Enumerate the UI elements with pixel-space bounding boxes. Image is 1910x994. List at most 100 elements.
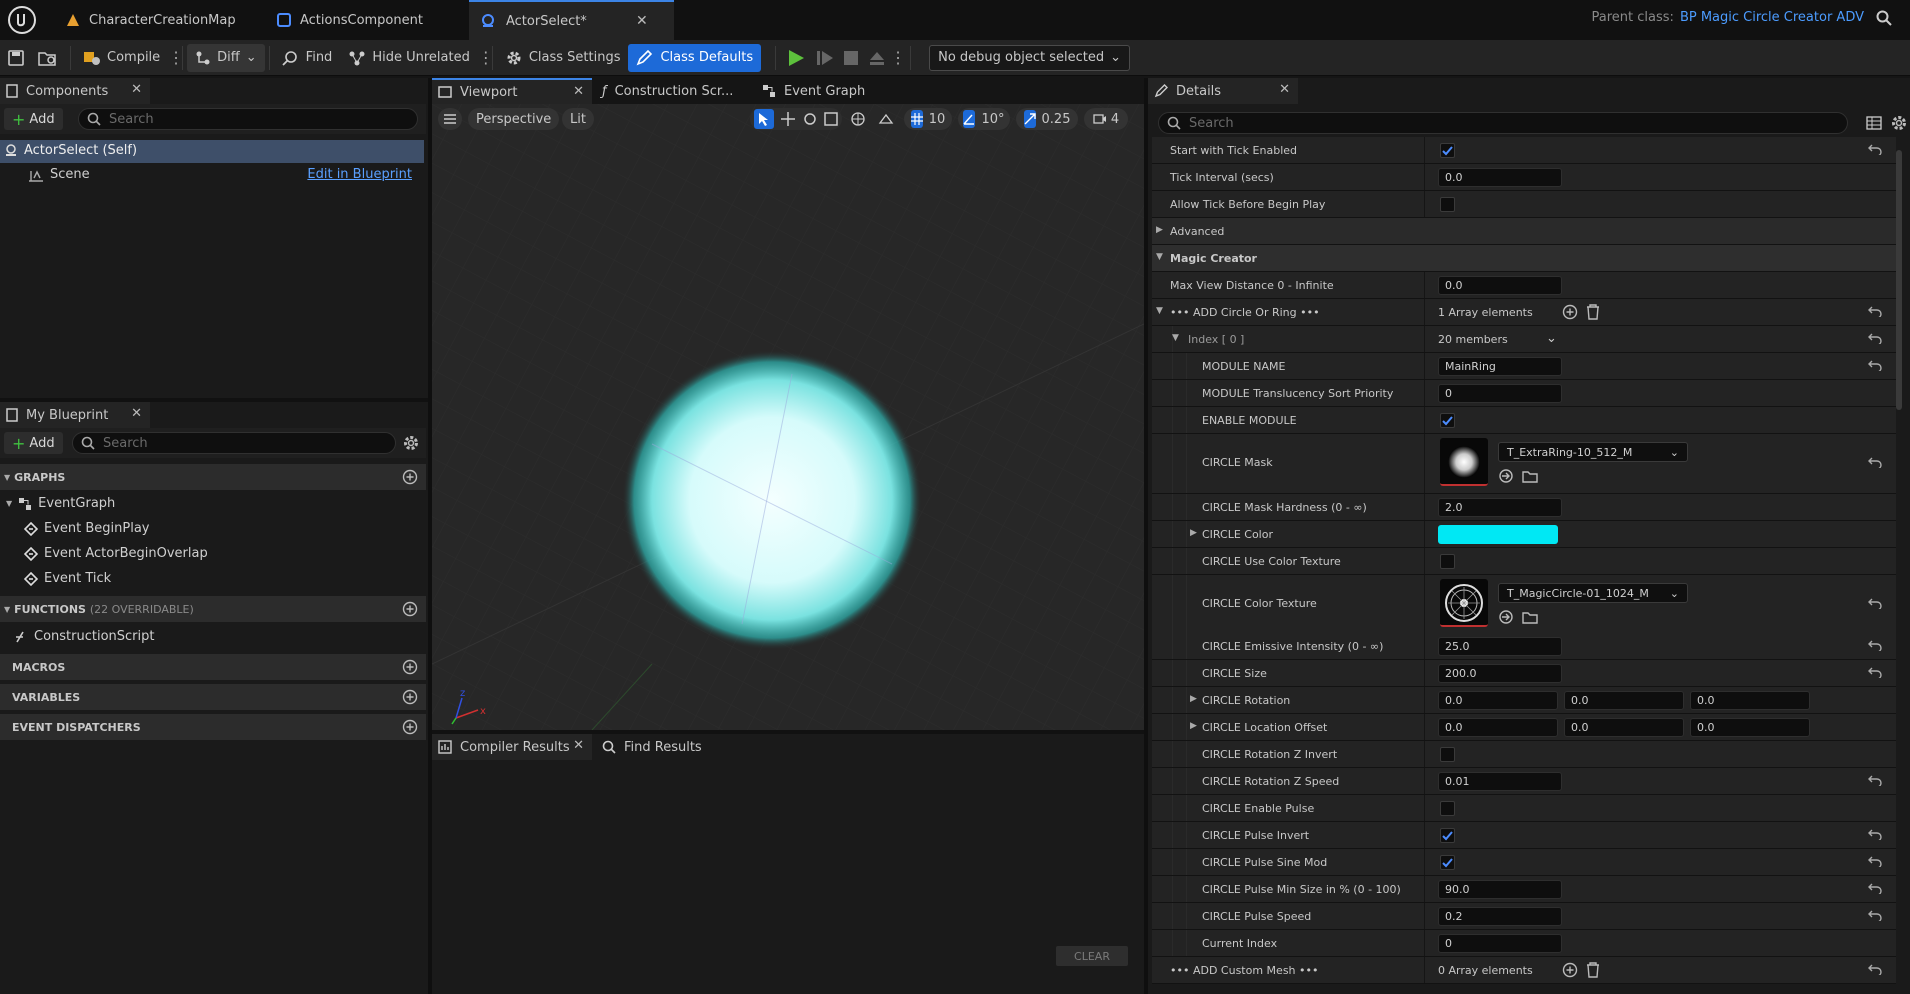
browse-asset-icon[interactable] <box>1522 468 1538 484</box>
mask-hardness-field[interactable]: 2.0 <box>1438 498 1562 517</box>
rotation-z-invert-checkbox[interactable] <box>1440 747 1455 762</box>
details-search-input[interactable]: Search <box>1158 112 1848 134</box>
eject-button[interactable] <box>864 44 890 72</box>
close-tab-icon[interactable]: ✕ <box>1279 82 1290 97</box>
delete-all-icon[interactable] <box>1586 962 1600 978</box>
event-item-actor-begin-overlap[interactable]: Event ActorBeginOverlap <box>24 546 208 561</box>
enable-module-checkbox[interactable] <box>1440 413 1455 428</box>
construction-script-item[interactable]: ConstructionScript <box>14 629 154 644</box>
reset-to-default-icon[interactable] <box>1868 639 1882 651</box>
circle-color-swatch[interactable] <box>1438 525 1558 544</box>
variables-category[interactable]: VARIABLES <box>0 684 426 710</box>
graphs-category[interactable]: ▼ GRAPHS <box>0 464 426 490</box>
surface-snap-toggle[interactable] <box>874 108 898 130</box>
use-selected-asset-icon[interactable] <box>1498 468 1514 484</box>
circle-mask-thumbnail[interactable] <box>1440 438 1488 486</box>
play-options-icon[interactable]: ⋮ <box>890 48 906 67</box>
step-button[interactable] <box>812 44 838 72</box>
component-root-row[interactable]: ActorSelect (Self) <box>0 140 424 163</box>
max-view-distance-field[interactable]: 0.0 <box>1438 276 1562 295</box>
pulse-speed-field[interactable]: 0.2 <box>1438 907 1562 926</box>
reset-to-default-icon[interactable] <box>1868 963 1882 975</box>
current-index-field[interactable]: 0 <box>1438 934 1562 953</box>
camera-speed-button[interactable]: 4 <box>1084 108 1128 130</box>
functions-category[interactable]: ▼ FUNCTIONS (22 OVERRIDABLE) <box>0 596 426 622</box>
allow-tick-checkbox[interactable] <box>1440 197 1455 212</box>
reset-to-default-icon[interactable] <box>1868 909 1882 921</box>
scale-tool-icon[interactable] <box>824 112 838 126</box>
scale-snap-button[interactable]: 0.25 <box>1016 108 1078 130</box>
delete-all-icon[interactable] <box>1586 304 1600 320</box>
reset-to-default-icon[interactable] <box>1868 882 1882 894</box>
rotate-tool-icon[interactable] <box>803 112 817 126</box>
pulse-invert-checkbox[interactable] <box>1440 828 1455 843</box>
settings-gear-icon[interactable] <box>402 434 420 452</box>
class-settings-button[interactable]: Class Settings <box>497 44 629 72</box>
color-texture-asset-picker[interactable]: T_MagicCircle-01_1024_M ⌄ <box>1498 583 1688 603</box>
perspective-button[interactable]: Perspective <box>468 108 560 130</box>
tab-event-graph[interactable]: Event Graph <box>756 78 906 104</box>
use-color-texture-checkbox[interactable] <box>1440 554 1455 569</box>
edit-in-blueprint-link[interactable]: Edit in Blueprint <box>307 167 412 182</box>
reset-to-default-icon[interactable] <box>1868 597 1882 609</box>
close-tab-icon[interactable]: ✕ <box>131 406 142 421</box>
lit-button[interactable]: Lit <box>562 108 594 130</box>
reset-to-default-icon[interactable] <box>1868 305 1882 317</box>
circle-size-field[interactable]: 200.0 <box>1438 664 1562 683</box>
move-tool-icon[interactable] <box>781 112 796 126</box>
add-dispatcher-icon[interactable] <box>402 719 418 735</box>
rotation-x-field[interactable]: 0.0 <box>1438 691 1558 710</box>
debug-object-dropdown[interactable]: No debug object selected ⌄ <box>929 44 1131 71</box>
chevron-down-icon[interactable]: ⌄ <box>1546 331 1557 346</box>
rotation-z-speed-field[interactable]: 0.01 <box>1438 772 1562 791</box>
add-element-icon[interactable] <box>1562 304 1578 320</box>
add-element-icon[interactable] <box>1562 962 1578 978</box>
advanced-category[interactable]: ▶ Advanced <box>1152 218 1896 245</box>
color-texture-thumbnail[interactable] <box>1440 579 1488 627</box>
tab-components[interactable]: Components ✕ <box>0 78 150 104</box>
reset-to-default-icon[interactable] <box>1868 855 1882 867</box>
module-sort-priority-field[interactable]: 0 <box>1438 384 1562 403</box>
components-search-input[interactable]: Search <box>78 108 418 130</box>
table-view-icon[interactable] <box>1866 116 1882 130</box>
browse-asset-icon[interactable] <box>1522 609 1538 625</box>
add-variable-icon[interactable] <box>402 689 418 705</box>
tab-find-results[interactable]: Find Results <box>596 734 736 760</box>
rotation-z-field[interactable]: 0.0 <box>1690 691 1810 710</box>
add-graph-icon[interactable] <box>402 469 418 485</box>
find-button[interactable]: Find <box>274 44 341 72</box>
details-scrollbar[interactable] <box>1896 150 1902 410</box>
compile-button[interactable]: Compile <box>75 44 168 72</box>
hide-unrelated-options-icon[interactable]: ⋮ <box>478 48 494 67</box>
location-x-field[interactable]: 0.0 <box>1438 718 1558 737</box>
viewport-menu-button[interactable] <box>438 108 462 130</box>
rotation-snap-button[interactable]: 10° <box>958 108 1010 130</box>
rotation-y-field[interactable]: 0.0 <box>1564 691 1684 710</box>
pulse-min-size-field[interactable]: 90.0 <box>1438 880 1562 899</box>
browse-button[interactable] <box>30 44 66 72</box>
magic-creator-category[interactable]: ▼ Magic Creator <box>1152 245 1896 272</box>
use-selected-asset-icon[interactable] <box>1498 609 1514 625</box>
module-name-field[interactable]: MainRing <box>1438 357 1562 376</box>
compile-options-icon[interactable]: ⋮ <box>168 48 184 67</box>
pulse-sine-mod-checkbox[interactable] <box>1440 855 1455 870</box>
location-z-field[interactable]: 0.0 <box>1690 718 1810 737</box>
add-macro-icon[interactable] <box>402 659 418 675</box>
close-tab-icon[interactable]: ✕ <box>131 82 142 97</box>
settings-gear-icon[interactable] <box>1890 114 1908 132</box>
reset-to-default-icon[interactable] <box>1868 456 1882 468</box>
add-member-button[interactable]: + Add <box>4 432 63 454</box>
grid-snap-button[interactable]: 10 <box>904 108 952 130</box>
emissive-intensity-field[interactable]: 25.0 <box>1438 637 1562 656</box>
my-blueprint-search-input[interactable]: Search <box>72 432 396 454</box>
macros-category[interactable]: MACROS <box>0 654 426 680</box>
class-defaults-button[interactable]: Class Defaults <box>628 43 762 72</box>
component-scene-row[interactable]: Scene Edit in Blueprint <box>0 164 424 186</box>
world-local-toggle[interactable] <box>846 108 870 130</box>
event-item-begin-play[interactable]: Event BeginPlay <box>24 521 150 536</box>
tab-viewport[interactable]: Viewport ✕ <box>432 78 592 104</box>
viewport-canvas[interactable]: Perspective Lit 10 10° 0.25 4 x z <box>432 104 1144 730</box>
circle-mask-asset-picker[interactable]: T_ExtraRing-10_512_M ⌄ <box>1498 442 1688 462</box>
search-icon[interactable] <box>1876 10 1892 26</box>
stop-button[interactable] <box>838 44 864 72</box>
